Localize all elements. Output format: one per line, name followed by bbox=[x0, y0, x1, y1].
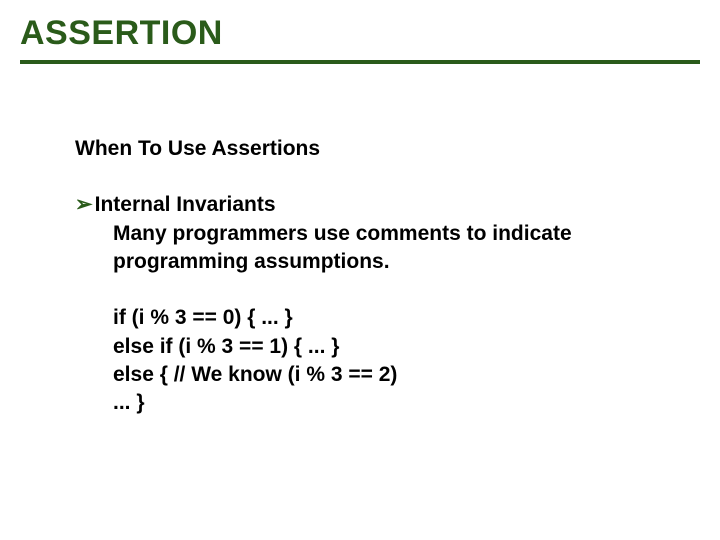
section-heading: When To Use Assertions bbox=[75, 135, 670, 163]
code-line: if (i % 3 == 0) { ... } bbox=[113, 306, 293, 329]
slide-body: When To Use Assertions ➢ Internal Invari… bbox=[75, 135, 670, 418]
bullet-item: ➢ Internal Invariants bbox=[75, 191, 670, 219]
title-underline bbox=[20, 60, 700, 64]
code-block: if (i % 3 == 0) { ... } else if (i % 3 =… bbox=[113, 304, 670, 417]
bullet-heading: Internal Invariants bbox=[95, 191, 670, 219]
slide: ASSERTION When To Use Assertions ➢ Inter… bbox=[0, 0, 720, 540]
bullet-paragraph: Many programmers use comments to indicat… bbox=[113, 220, 670, 277]
code-line: ... } bbox=[113, 391, 145, 414]
code-line: else if (i % 3 == 1) { ... } bbox=[113, 335, 339, 358]
code-line: else { // We know (i % 3 == 2) bbox=[113, 363, 397, 386]
page-title: ASSERTION bbox=[20, 14, 223, 53]
chevron-right-icon: ➢ bbox=[75, 191, 93, 219]
